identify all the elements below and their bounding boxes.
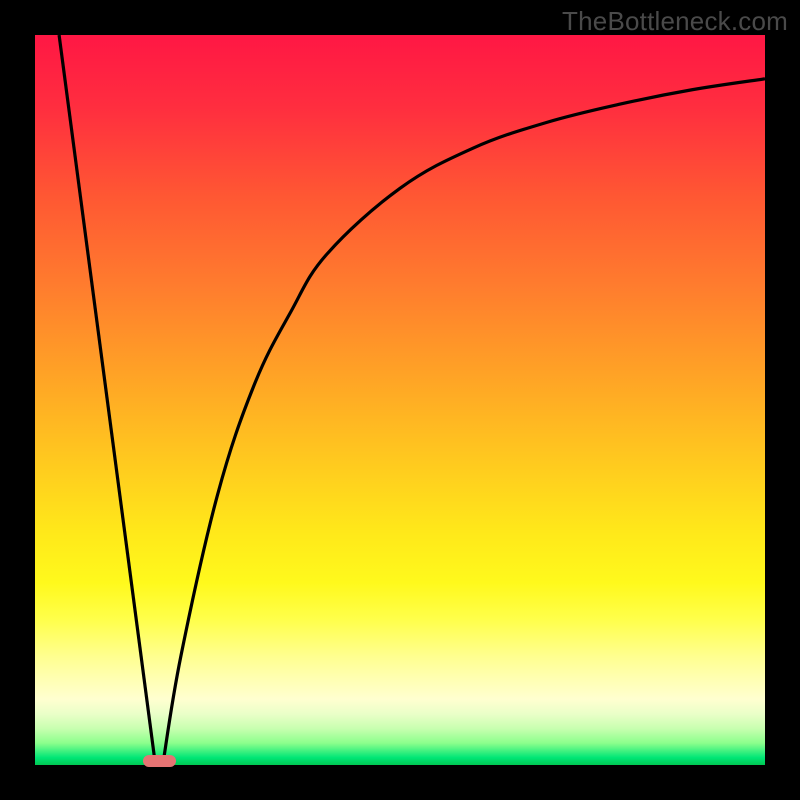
curve-left-branch xyxy=(59,35,155,765)
minimum-marker xyxy=(143,755,176,767)
chart-container: TheBottleneck.com xyxy=(0,0,800,800)
curve-right-branch xyxy=(163,79,765,765)
watermark-text: TheBottleneck.com xyxy=(562,6,788,37)
curve-layer xyxy=(35,35,765,765)
plot-area xyxy=(35,35,765,765)
